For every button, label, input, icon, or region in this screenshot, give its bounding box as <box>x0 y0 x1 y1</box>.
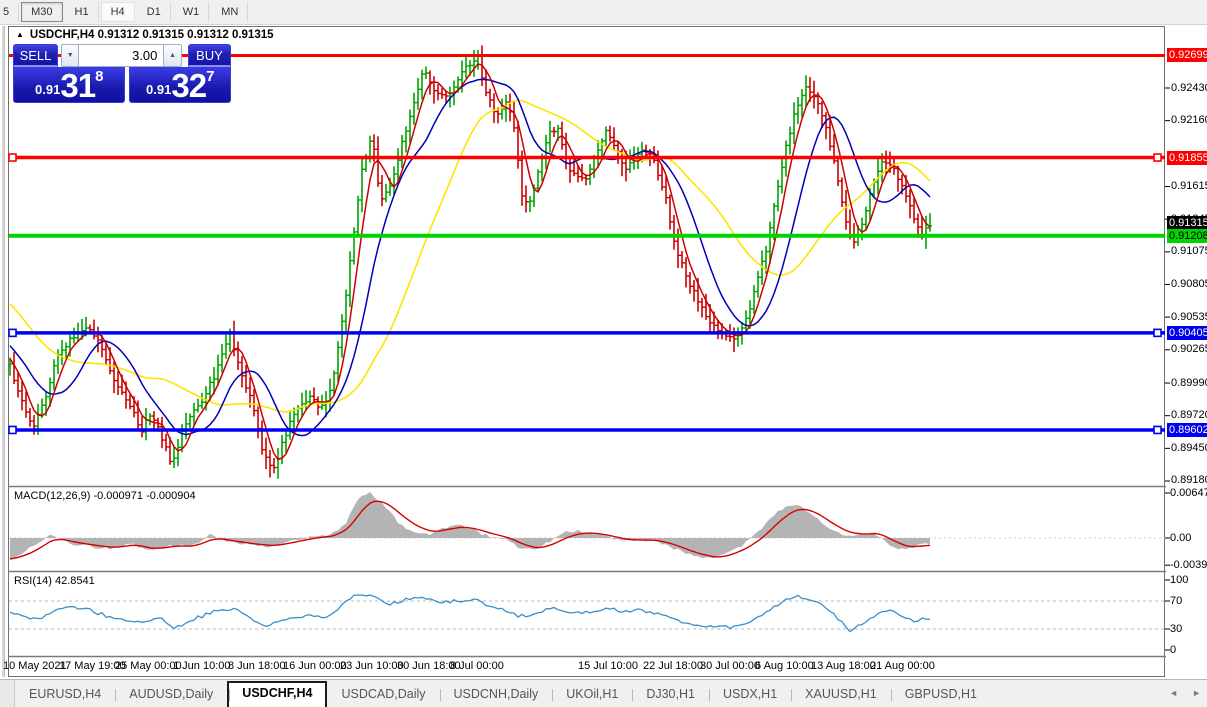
chart-tab-eurusd-h4[interactable]: EURUSD,H4 <box>15 683 115 707</box>
timeframe-button-h1[interactable]: H1 <box>65 2 99 22</box>
price-badge-0.92699: 0.92699 <box>1167 48 1207 62</box>
chart-tab-usdx-h1[interactable]: USDX,H1 <box>709 683 791 707</box>
price-tick-label: 0.91615 <box>1171 180 1207 192</box>
buy-quote[interactable]: 0.91327 <box>129 67 231 103</box>
tabs-scroll-right-icon[interactable]: ► <box>1192 688 1201 698</box>
price-tick-label: 0.92160 <box>1171 114 1207 126</box>
tabs-scroll-left-icon[interactable]: ◄ <box>1169 688 1178 698</box>
date-axis-label: 6 Aug 10:00 <box>755 660 814 672</box>
price-tick-label: 0.90535 <box>1171 311 1207 323</box>
chart-tab-usdchf-h4[interactable]: USDCHF,H4 <box>227 681 327 707</box>
macd-scale-label: 0.00647 <box>1170 487 1207 499</box>
buy-quote-sup: 7 <box>206 68 214 85</box>
timeframe-button-h4[interactable]: H4 <box>101 2 135 22</box>
sell-quote-big: 31 <box>60 71 95 101</box>
macd-indicator-label: MACD(12,26,9) -0.000971 -0.000904 <box>14 490 196 502</box>
date-axis-label: 1 Jun 10:00 <box>173 660 231 672</box>
date-axis-label: 30 Jul 00:00 <box>700 660 760 672</box>
timeframe-button-mn[interactable]: MN <box>211 2 248 22</box>
buy-quote-big: 32 <box>171 71 206 101</box>
price-badge-0.89602: 0.89602 <box>1167 423 1207 437</box>
buy-quote-prefix: 0.91 <box>146 82 171 97</box>
one-click-trading-panel: SELL ▼ ▲ BUY 0.91318 0.91327 <box>13 44 231 103</box>
collapse-icon[interactable]: ▲ <box>16 31 24 39</box>
price-tick-label: 0.89450 <box>1171 442 1207 454</box>
date-axis-label: 8 Jul 00:00 <box>450 660 504 672</box>
rsi-scale-label: 30 <box>1170 623 1182 635</box>
price-badge-0.91855: 0.91855 <box>1167 151 1207 165</box>
timeframe-button-5[interactable]: 5 <box>0 2 19 22</box>
price-tick-label: 0.90265 <box>1171 343 1207 355</box>
macd-scale-label: 0.00 <box>1170 532 1191 544</box>
price-badge-0.91208: 0.91208 <box>1167 229 1207 243</box>
chart-tab-usdcnh-daily[interactable]: USDCNH,Daily <box>440 683 553 707</box>
price-tick-label: 0.92430 <box>1171 82 1207 94</box>
chart-window <box>8 26 1165 677</box>
chart-tab-usdcad-daily[interactable]: USDCAD,Daily <box>327 683 439 707</box>
rsi-scale-label: 70 <box>1170 595 1182 607</box>
date-axis-label: 23 Jun 10:00 <box>340 660 404 672</box>
window-left-groove <box>2 26 5 677</box>
chart-title-text: USDCHF,H4 0.91312 0.91315 0.91312 0.9131… <box>30 29 274 41</box>
rsi-scale-label: 0 <box>1170 644 1176 656</box>
date-axis-label: 15 Jul 10:00 <box>578 660 638 672</box>
price-tick-label: 0.89720 <box>1171 409 1207 421</box>
volume-increase-button[interactable]: ▲ <box>163 44 181 67</box>
price-tick-label: 0.90805 <box>1171 278 1207 290</box>
price-badge-0.91315: 0.91315 <box>1167 216 1207 230</box>
chart-tab-audusd-daily[interactable]: AUDUSD,Daily <box>115 683 227 707</box>
buy-button[interactable]: BUY <box>188 44 231 67</box>
price-tick-label: 0.89180 <box>1171 474 1207 486</box>
chart-tab-ukoil-h1[interactable]: UKOil,H1 <box>552 683 632 707</box>
tabbar-notch <box>0 680 15 707</box>
sell-button[interactable]: SELL <box>13 44 58 67</box>
sell-quote[interactable]: 0.91318 <box>13 67 125 103</box>
timeframe-toolbar: 5M30H1H4D1W1MN <box>0 0 1207 25</box>
chart-tab-bar: EURUSD,H4AUDUSD,DailyUSDCHF,H4USDCAD,Dai… <box>0 679 1207 707</box>
price-tick-label: 0.89990 <box>1171 377 1207 389</box>
timeframe-button-d1[interactable]: D1 <box>137 2 171 22</box>
date-axis-label: 16 Jun 00:00 <box>283 660 347 672</box>
rsi-indicator-label: RSI(14) 42.8541 <box>14 575 95 587</box>
timeframe-button-w1[interactable]: W1 <box>173 2 210 22</box>
date-axis-label: 8 Jun 18:00 <box>228 660 286 672</box>
chart-tab-dj30-h1[interactable]: DJ30,H1 <box>632 683 709 707</box>
sell-quote-sup: 8 <box>95 68 103 85</box>
price-badge-0.90405: 0.90405 <box>1167 326 1207 340</box>
volume-decrease-button[interactable]: ▼ <box>61 44 79 67</box>
date-axis-label: 10 May 2021 <box>3 660 67 672</box>
spin-up-icon: ▲ <box>169 52 176 59</box>
macd-scale-label: -0.00391 <box>1170 559 1207 571</box>
chart-tab-xauusd-h1[interactable]: XAUUSD,H1 <box>791 683 891 707</box>
date-axis-label: 21 Aug 00:00 <box>870 660 935 672</box>
price-tick-label: 0.91075 <box>1171 245 1207 257</box>
date-axis-label: 25 May 00:00 <box>115 660 182 672</box>
rsi-scale-label: 100 <box>1170 574 1188 586</box>
chart-title: ▲ USDCHF,H4 0.91312 0.91315 0.91312 0.91… <box>16 29 274 41</box>
sell-quote-prefix: 0.91 <box>35 82 60 97</box>
timeframe-button-m30[interactable]: M30 <box>21 2 62 22</box>
volume-input[interactable] <box>79 44 163 67</box>
date-axis-label: 13 Aug 18:00 <box>811 660 876 672</box>
chart-tab-gbpusd-h1[interactable]: GBPUSD,H1 <box>891 683 991 707</box>
spin-down-icon: ▼ <box>67 52 74 59</box>
date-axis-label: 22 Jul 18:00 <box>643 660 703 672</box>
